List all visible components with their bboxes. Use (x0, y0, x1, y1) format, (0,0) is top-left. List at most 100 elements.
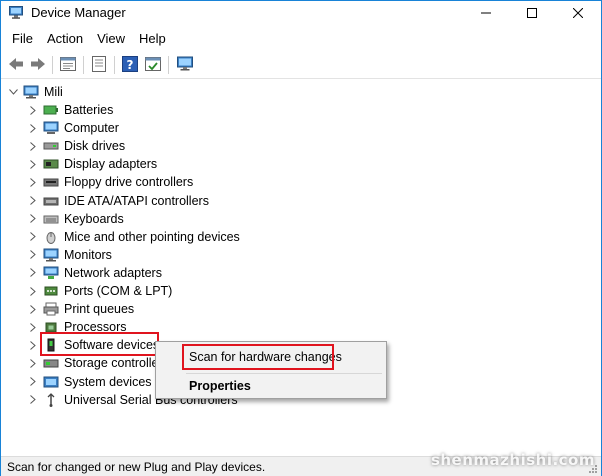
keyboard-icon (43, 215, 59, 224)
tree-category-ide-ata-atapi-controllers[interactable]: IDE ATA/ATAPI controllers (27, 192, 210, 210)
computer-icon (43, 121, 59, 135)
menu-help[interactable]: Help (132, 29, 173, 48)
tree-category-monitors[interactable]: Monitors (27, 246, 113, 264)
chevron-right-icon[interactable] (27, 137, 39, 155)
chevron-right-icon[interactable] (27, 300, 39, 318)
device-manager-icon (9, 6, 23, 19)
tree-category-label: Disk drives (64, 139, 126, 154)
tree-category-label: Storage controllers (64, 356, 169, 371)
minimize-icon (481, 12, 491, 14)
close-button[interactable] (555, 1, 601, 25)
tree-category-label: Keyboards (64, 211, 124, 226)
tree-category-batteries[interactable]: Batteries (27, 101, 114, 119)
context-item-properties[interactable]: Properties (158, 374, 384, 398)
network-adapter-icon (43, 266, 59, 279)
monitor-icon (43, 248, 59, 262)
toolbar-separator (114, 56, 115, 74)
chevron-right-icon[interactable] (27, 101, 39, 119)
back-arrow-icon[interactable] (7, 55, 25, 73)
tree-category-label: Processors (64, 320, 127, 335)
toolbar-separator (168, 56, 169, 74)
close-icon (573, 8, 583, 18)
storage-controller-icon (43, 359, 59, 368)
maximize-icon (527, 8, 537, 18)
chevron-right-icon[interactable] (27, 354, 39, 372)
maximize-button[interactable] (509, 1, 555, 25)
tree-category-label: System devices (64, 374, 152, 389)
tree-category-label: Ports (COM & LPT) (64, 284, 173, 298)
monitor-scan-icon[interactable] (176, 55, 194, 73)
display-adapter-icon (43, 159, 59, 169)
chevron-right-icon[interactable] (27, 119, 39, 137)
tree-category-label: Computer (64, 121, 119, 136)
printer-icon (43, 302, 59, 316)
svg-text:?: ? (127, 58, 134, 72)
chevron-right-icon[interactable] (27, 192, 39, 210)
context-item-properties-label: Properties (189, 379, 251, 393)
tree-category-label: Floppy drive controllers (64, 175, 194, 190)
tree-root[interactable]: Mili (7, 83, 64, 101)
tree-category-mice-and-other-pointing-devices[interactable]: Mice and other pointing devices (27, 228, 241, 246)
chevron-right-icon[interactable] (27, 318, 39, 336)
battery-icon (43, 105, 58, 115)
toolbar-separator (52, 56, 53, 74)
tree-category-system-devices[interactable]: System devices (27, 373, 153, 391)
tree-category-keyboards[interactable]: Keyboards (27, 210, 125, 228)
chevron-right-icon[interactable] (27, 336, 39, 354)
software-device-icon (47, 338, 55, 352)
tree-category-floppy-drive-controllers[interactable]: Floppy drive controllers (27, 173, 194, 191)
tree-category-label: Monitors (64, 247, 112, 262)
computer-icon (23, 85, 39, 99)
chevron-right-icon[interactable] (27, 173, 39, 191)
action-icon[interactable] (144, 55, 162, 73)
chevron-right-icon[interactable] (27, 246, 39, 264)
tree-category-display-adapters[interactable]: Display adapters (27, 155, 158, 173)
tree-root-label: Mili (44, 85, 63, 99)
menu-bar: File Action View Help (1, 27, 601, 49)
tree-category-label: Network adapters (64, 265, 162, 280)
context-item-scan[interactable]: Scan for hardware changes (158, 345, 384, 369)
chevron-right-icon[interactable] (27, 373, 39, 391)
tree-category-storage-controllers[interactable]: Storage controllers (27, 354, 170, 372)
chevron-right-icon[interactable] (27, 264, 39, 282)
tree-category-print-queues[interactable]: Print queues (27, 300, 135, 318)
tree-category-computer[interactable]: Computer (27, 119, 120, 137)
port-icon (44, 286, 58, 296)
chevron-right-icon[interactable] (27, 210, 39, 228)
chevron-right-icon[interactable] (27, 155, 39, 173)
watermark: shenmazhishi.com (430, 451, 595, 469)
context-item-scan-label: Scan for hardware changes (189, 350, 342, 364)
title-bar[interactable]: Device Manager (1, 1, 601, 25)
window-title: Device Manager (31, 5, 126, 20)
toolbar: ? (1, 51, 601, 79)
tree-category-label: Display adapters (64, 157, 158, 172)
tree-category-label: Software devices (64, 338, 160, 353)
chevron-down-icon[interactable] (7, 83, 19, 101)
chevron-right-icon[interactable] (27, 228, 39, 246)
processor-icon (45, 322, 57, 333)
tree-category-ports-com-lpt[interactable]: Ports (COM & LPT) (27, 282, 173, 300)
properties-icon[interactable] (59, 55, 77, 73)
system-device-icon (43, 376, 59, 387)
chevron-right-icon[interactable] (27, 282, 39, 300)
tree-category-processors[interactable]: Processors (27, 318, 128, 336)
toolbar-separator (83, 56, 84, 74)
usb-icon (47, 392, 55, 407)
menu-view[interactable]: View (90, 29, 132, 48)
chevron-right-icon[interactable] (27, 391, 39, 409)
menu-action[interactable]: Action (40, 29, 90, 48)
mouse-icon (46, 231, 56, 244)
tree-category-label: IDE ATA/ATAPI controllers (64, 193, 209, 208)
forward-arrow-icon[interactable] (29, 55, 47, 73)
menu-file[interactable]: File (5, 29, 40, 48)
tree-category-label: Mice and other pointing devices (64, 229, 240, 244)
update-driver-icon[interactable] (90, 55, 108, 73)
help-icon[interactable]: ? (121, 55, 139, 73)
tree-category-network-adapters[interactable]: Network adapters (27, 264, 163, 282)
disk-drive-icon (43, 142, 59, 150)
tree-category-disk-drives[interactable]: Disk drives (27, 137, 126, 155)
device-manager-window: Device Manager File Action View Help ? M… (0, 0, 602, 476)
minimize-button[interactable] (463, 1, 509, 25)
ide-controller-icon (43, 197, 59, 205)
tree-category-software-devices[interactable]: Software devices (27, 336, 160, 354)
